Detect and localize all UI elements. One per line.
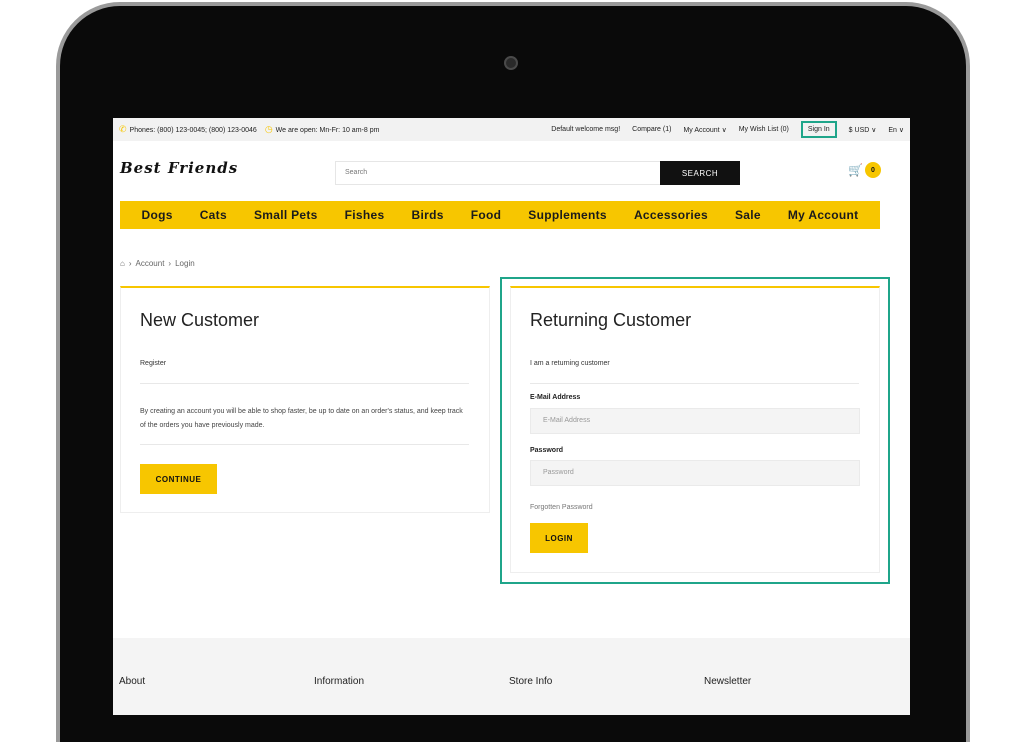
main-nav: Dogs Cats Small Pets Fishes Birds Food S… xyxy=(120,201,880,229)
login-button[interactable]: LOGIN xyxy=(530,523,588,553)
nav-dogs[interactable]: Dogs xyxy=(142,208,173,222)
new-customer-panel: New Customer Register By creating an acc… xyxy=(120,286,490,513)
divider xyxy=(530,383,859,384)
email-field[interactable]: E-Mail Address xyxy=(530,408,860,434)
email-label: E-Mail Address xyxy=(530,394,581,401)
cart-count-badge: 0 xyxy=(864,162,881,178)
screen: ✆ Phones: (800) 123-0045; (800) 123-0046 … xyxy=(113,118,910,715)
cart-icon: 🛒 xyxy=(848,163,863,177)
nav-fishes[interactable]: Fishes xyxy=(345,208,385,222)
search-input[interactable]: Search xyxy=(335,161,661,185)
logo[interactable]: Best Friends xyxy=(120,159,238,177)
phone-icon: ✆ xyxy=(119,124,127,134)
wish-list-link[interactable]: My Wish List (0) xyxy=(739,126,789,133)
nav-my-account[interactable]: My Account xyxy=(788,208,859,222)
divider xyxy=(140,444,469,445)
breadcrumb-login: Login xyxy=(175,259,195,268)
nav-birds[interactable]: Birds xyxy=(412,208,444,222)
nav-cats[interactable]: Cats xyxy=(200,208,227,222)
breadcrumb-separator: › xyxy=(168,259,172,268)
divider xyxy=(140,383,469,384)
contact-info: ✆ Phones: (800) 123-0045; (800) 123-0046 xyxy=(119,124,257,134)
opening-hours: ◷ We are open: Mn-Fr: 10 am-8 pm xyxy=(264,124,380,134)
new-customer-title: New Customer xyxy=(140,310,260,330)
compare-link[interactable]: Compare (1) xyxy=(632,126,671,133)
footer-information[interactable]: Information xyxy=(314,676,364,687)
returning-customer-title: Returning Customer xyxy=(530,310,692,330)
top-bar: ✆ Phones: (800) 123-0045; (800) 123-0046 … xyxy=(113,118,910,141)
search-button[interactable]: SEARCH xyxy=(660,161,740,185)
footer-newsletter[interactable]: Newsletter xyxy=(704,676,751,687)
footer-store-info[interactable]: Store Info xyxy=(509,676,552,687)
camera-icon xyxy=(504,56,518,70)
password-label: Password xyxy=(530,447,564,454)
returning-customer-label: I am a returning customer xyxy=(530,360,610,367)
nav-sale[interactable]: Sale xyxy=(735,208,761,222)
language-dropdown[interactable]: En ∨ xyxy=(888,126,904,134)
nav-supplements[interactable]: Supplements xyxy=(528,208,607,222)
continue-button[interactable]: CONTINUE xyxy=(140,464,217,494)
footer-about[interactable]: About xyxy=(119,676,145,687)
forgotten-password-link[interactable]: Forgotten Password xyxy=(530,504,593,511)
register-description: By creating an account you will be able … xyxy=(140,408,463,429)
returning-customer-panel: Returning Customer I am a returning cust… xyxy=(510,286,880,573)
nav-food[interactable]: Food xyxy=(471,208,502,222)
clock-icon: ◷ xyxy=(264,124,273,134)
breadcrumb-separator: › xyxy=(128,259,132,268)
nav-accessories[interactable]: Accessories xyxy=(634,208,708,222)
breadcrumb-account[interactable]: Account xyxy=(136,259,165,268)
welcome-message: Default welcome msg! xyxy=(551,126,621,133)
password-field[interactable]: Password xyxy=(530,460,860,486)
footer: About Information Store Info Newsletter xyxy=(113,638,910,715)
cart-button[interactable]: 🛒 0 xyxy=(848,162,881,178)
sign-in-link[interactable]: Sign In xyxy=(800,121,837,138)
nav-small-pets[interactable]: Small Pets xyxy=(254,208,318,222)
register-label: Register xyxy=(140,360,167,367)
home-icon[interactable]: ⌂ xyxy=(120,259,125,268)
my-account-dropdown[interactable]: My Account ∨ xyxy=(683,126,726,134)
breadcrumb: ⌂ › Account › Login xyxy=(120,259,195,268)
currency-dropdown[interactable]: $ USD ∨ xyxy=(849,126,877,134)
header: Best Friends Search SEARCH 🛒 0 xyxy=(113,141,910,201)
